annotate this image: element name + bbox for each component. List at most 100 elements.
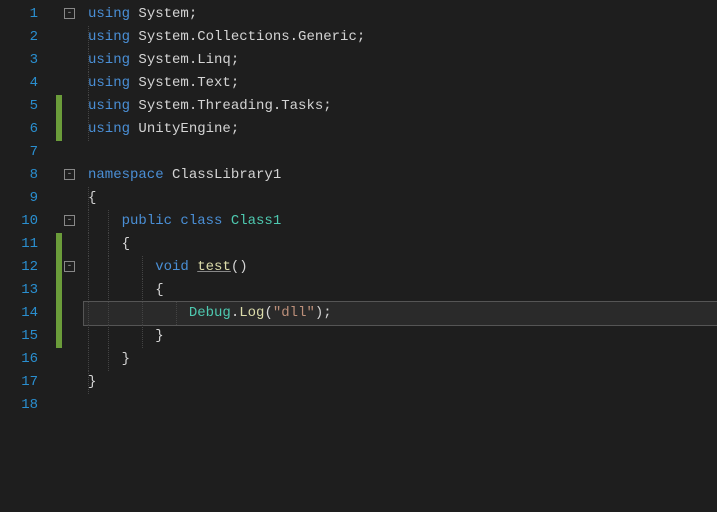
margin-row: - <box>56 210 84 233</box>
code-token: System <box>138 6 188 22</box>
margin-row <box>56 325 84 348</box>
indent-guide <box>88 49 89 72</box>
line-number: 9 <box>0 187 56 210</box>
line-number: 12 <box>0 256 56 279</box>
code-token: Class1 <box>231 213 281 229</box>
margin-row <box>56 118 84 141</box>
indent-guide <box>88 95 89 118</box>
code-token: ; <box>231 75 239 91</box>
code-line[interactable]: Debug.Log("dll"); <box>84 302 717 325</box>
code-line[interactable] <box>84 394 717 417</box>
change-indicator <box>56 118 62 141</box>
line-number: 11 <box>0 233 56 256</box>
code-line[interactable]: using System.Threading.Tasks; <box>84 95 717 118</box>
code-line[interactable]: public class Class1 <box>84 210 717 233</box>
line-number: 6 <box>0 118 56 141</box>
line-number: 18 <box>0 394 56 417</box>
code-token: test <box>197 259 231 275</box>
code-line[interactable]: } <box>84 371 717 394</box>
indent-guide <box>142 279 143 302</box>
change-indicator <box>56 233 62 256</box>
margin-row <box>56 141 84 164</box>
code-token: System.Collections.Generic <box>138 29 356 45</box>
code-token: } <box>88 328 164 344</box>
code-line[interactable]: using System.Linq; <box>84 49 717 72</box>
margin-row <box>56 95 84 118</box>
indent-guide <box>88 371 89 394</box>
line-number: 17 <box>0 371 56 394</box>
code-token: ; <box>323 98 331 114</box>
code-token: using <box>88 29 138 45</box>
fold-toggle-icon[interactable]: - <box>64 8 75 19</box>
code-token: } <box>88 374 96 390</box>
code-token: ; <box>357 29 365 45</box>
code-token: { <box>88 236 130 252</box>
margin-row: - <box>56 256 84 279</box>
code-token: using <box>88 121 138 137</box>
code-editor[interactable]: 123456789101112131415161718 ---- using S… <box>0 0 717 512</box>
indent-guide <box>108 210 109 233</box>
line-number: 15 <box>0 325 56 348</box>
line-number: 14 <box>0 302 56 325</box>
code-token: . <box>231 305 239 321</box>
indent-guide <box>88 118 89 141</box>
indent-guide <box>108 256 109 279</box>
margin-row <box>56 371 84 394</box>
code-token: ( <box>264 305 272 321</box>
code-line[interactable]: void test() <box>84 256 717 279</box>
fold-toggle-icon[interactable]: - <box>64 215 75 226</box>
line-number: 1 <box>0 3 56 26</box>
margin-row <box>56 348 84 371</box>
line-number: 3 <box>0 49 56 72</box>
margin-row <box>56 187 84 210</box>
change-indicator <box>56 325 62 348</box>
code-token: ClassLibrary1 <box>172 167 281 183</box>
code-line[interactable] <box>84 141 717 164</box>
code-line[interactable]: using System.Collections.Generic; <box>84 26 717 49</box>
code-token: using <box>88 98 138 114</box>
line-number-gutter: 123456789101112131415161718 <box>0 0 56 512</box>
code-token: void <box>155 259 197 275</box>
indent-guide <box>108 233 109 256</box>
code-line[interactable]: } <box>84 348 717 371</box>
indent-guide <box>108 279 109 302</box>
code-line[interactable]: using System; <box>84 3 717 26</box>
code-token <box>88 213 122 229</box>
code-line[interactable]: } <box>84 325 717 348</box>
code-token: System.Threading.Tasks <box>138 98 323 114</box>
line-number: 16 <box>0 348 56 371</box>
indent-guide <box>108 348 109 371</box>
margin-row <box>56 26 84 49</box>
code-token: Debug <box>189 305 231 321</box>
margin-row <box>56 279 84 302</box>
margin-row <box>56 49 84 72</box>
margin-row: - <box>56 3 84 26</box>
change-indicator <box>56 95 62 118</box>
code-token: using <box>88 6 138 22</box>
line-number: 2 <box>0 26 56 49</box>
indent-guide <box>108 325 109 348</box>
code-token: () <box>231 259 248 275</box>
line-number: 13 <box>0 279 56 302</box>
code-line[interactable]: using UnityEngine; <box>84 118 717 141</box>
indent-guide <box>88 302 89 325</box>
indent-guide <box>88 187 89 210</box>
margin-row <box>56 233 84 256</box>
code-token: ; <box>323 305 331 321</box>
code-content[interactable]: using System;using System.Collections.Ge… <box>84 0 717 512</box>
fold-toggle-icon[interactable]: - <box>64 169 75 180</box>
indent-guide <box>142 256 143 279</box>
fold-margin: - - - - <box>56 0 84 512</box>
code-token: System.Text <box>138 75 230 91</box>
code-line[interactable]: namespace ClassLibrary1 <box>84 164 717 187</box>
indent-guide <box>176 302 177 325</box>
code-line[interactable]: { <box>84 187 717 210</box>
code-token: ; <box>231 121 239 137</box>
fold-toggle-icon[interactable]: - <box>64 261 75 272</box>
code-line[interactable]: { <box>84 233 717 256</box>
code-line[interactable]: using System.Text; <box>84 72 717 95</box>
code-token <box>88 305 189 321</box>
code-line[interactable]: { <box>84 279 717 302</box>
line-number: 8 <box>0 164 56 187</box>
margin-row <box>56 72 84 95</box>
